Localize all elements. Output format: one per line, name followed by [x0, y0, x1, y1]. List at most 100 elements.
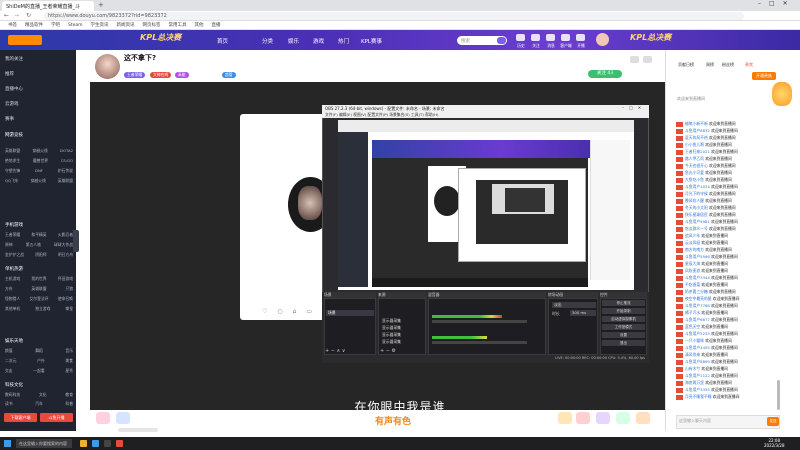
sidebar-item-cloud-game[interactable]: 云游戏: [5, 101, 19, 107]
gift-icon[interactable]: [96, 412, 110, 424]
forward-icon[interactable]: →: [14, 12, 19, 19]
rank-tab[interactable]: 粉丝榜: [722, 62, 734, 68]
category-link[interactable]: 使命召唤: [58, 296, 73, 302]
sidebar-section-title[interactable]: 单机热游: [5, 266, 23, 272]
category-link[interactable]: 户外: [37, 358, 45, 364]
chat-nickname[interactable]: 橘子汽水: [685, 310, 700, 315]
send-button[interactable]: 发送: [767, 417, 779, 426]
follow-icon[interactable]: [531, 34, 540, 41]
sidebar-item-live-center[interactable]: 直播中心: [5, 86, 23, 92]
sidebar-section-title[interactable]: 手机游戏: [5, 222, 23, 228]
category-link[interactable]: 英雄联盟: [58, 178, 73, 184]
bookmark-item[interactable]: 直播: [212, 21, 221, 30]
chat-scrollbar[interactable]: [777, 380, 780, 410]
chat-input[interactable]: 这里输入聊天内容: [676, 415, 780, 429]
category-link[interactable]: 拳皇: [65, 306, 73, 312]
category-link[interactable]: 怀旧游戏: [58, 276, 73, 282]
category-link[interactable]: 魔兽世界: [33, 158, 48, 164]
chat-nickname[interactable]: 斗鱼用户1024: [685, 184, 710, 189]
bookmark-item[interactable]: 常用工具: [169, 21, 187, 30]
bookmark-item[interactable]: 学生资讯: [91, 21, 109, 30]
chat-nickname[interactable]: 一只小猫咪: [685, 338, 704, 343]
category-link[interactable]: 我的世界: [31, 276, 46, 282]
new-tab-button[interactable]: +: [98, 1, 104, 9]
start-stream-button[interactable]: 斗鱼开播: [40, 413, 73, 422]
category-link[interactable]: 火影忍者: [58, 232, 73, 238]
history-icon[interactable]: [516, 34, 525, 41]
reload-icon[interactable]: ↻: [26, 12, 31, 19]
category-link[interactable]: CS:GO: [61, 158, 73, 164]
chat-nickname[interactable]: 小小鱼儿啊: [685, 142, 704, 147]
chat-nickname[interactable]: 不吃香菜: [685, 282, 700, 287]
browser-tab[interactable]: ShiDeM的直播_王者荣耀直播_斗: [2, 1, 94, 11]
chat-nickname[interactable]: 晚风吹人醒: [685, 198, 704, 203]
streamer-avatar[interactable]: [95, 54, 120, 79]
chat-nickname[interactable]: 斗鱼用户8832: [685, 128, 710, 133]
bookmark-item[interactable]: Steam: [68, 21, 83, 30]
chat-nickname[interactable]: 月光下的守候: [685, 191, 708, 196]
category-link[interactable]: 文化: [39, 392, 47, 398]
source-item[interactable]: 显示器采集: [382, 325, 401, 331]
chat-nickname[interactable]: 清风徐来: [685, 352, 700, 357]
nav-entertainment[interactable]: 娱乐: [288, 37, 299, 45]
kpl-banner-right[interactable]: KPL总决赛: [630, 32, 690, 48]
obs-menu-item[interactable]: 文件(F): [325, 112, 338, 117]
chat-nickname[interactable]: 吃瓜群众一号: [685, 226, 708, 231]
category-link[interactable]: 英雄联盟: [31, 286, 46, 292]
chat-nickname[interactable]: 南方的南方: [685, 247, 704, 252]
category-link[interactable]: 教育: [65, 392, 73, 398]
back-icon[interactable]: ←: [4, 12, 9, 19]
nav-kpl[interactable]: KPL赛事: [361, 37, 382, 45]
category-link[interactable]: 艾尔登法环: [30, 296, 49, 302]
user-avatar[interactable]: [596, 33, 609, 46]
category-link[interactable]: 炉石传说: [58, 168, 73, 174]
source-item[interactable]: 显示器采集: [382, 332, 401, 338]
gift-icon[interactable]: [596, 412, 610, 424]
chat-nickname[interactable]: 云淡风轻: [685, 240, 700, 245]
obs-menu-item[interactable]: 帮助(H): [425, 112, 438, 117]
category-link[interactable]: 美食: [65, 358, 73, 364]
chat-nickname[interactable]: 奶茶要三分糖: [685, 289, 708, 294]
chat-nickname[interactable]: 斗鱼用户2233: [685, 331, 710, 336]
gift-icon[interactable]: [558, 412, 572, 424]
chat-nickname[interactable]: 风吹麦浪: [685, 268, 700, 273]
chat-nickname[interactable]: 星辰大海: [685, 261, 700, 266]
category-link[interactable]: 数码科技: [5, 392, 20, 398]
category-link[interactable]: 读书: [5, 401, 13, 407]
obs-menu-item[interactable]: 场景集合(S): [389, 112, 410, 117]
sidebar-collapse-handle[interactable]: [73, 230, 79, 252]
chat-nickname[interactable]: 斗鱼用户3344: [685, 275, 710, 280]
category-link[interactable]: 明日方舟: [58, 252, 73, 258]
stop-streaming-button[interactable]: 停止推流: [602, 300, 645, 306]
follow-button[interactable]: 关注 43: [588, 70, 622, 78]
category-link[interactable]: 星秀: [65, 368, 73, 374]
add-scene-icon[interactable]: + − ∧ ∨: [325, 348, 345, 354]
edge-icon[interactable]: [92, 440, 99, 447]
gift-icon[interactable]: [636, 412, 650, 424]
category-link[interactable]: 英雄联盟: [5, 148, 20, 154]
chat-nickname[interactable]: 冬天的小太阳: [685, 205, 708, 210]
category-link[interactable]: 科普: [65, 401, 73, 407]
obs-menu-item[interactable]: 工具(T): [411, 112, 424, 117]
chat-nickname[interactable]: 蓝色天空: [685, 324, 700, 329]
chat-nickname[interactable]: 大鱼吃小鱼: [685, 177, 704, 182]
chat-nickname[interactable]: 斗鱼用户8899: [685, 359, 710, 364]
category-link[interactable]: 交友: [5, 368, 13, 374]
category-link[interactable]: 王者荣耀: [5, 232, 20, 238]
room-tag[interactable]: 王者荣耀: [124, 72, 146, 78]
sidebar-section-title[interactable]: 网游竞技: [5, 132, 23, 138]
report-icon[interactable]: [643, 56, 652, 63]
source-item[interactable]: 显示器采集: [382, 339, 401, 345]
category-link[interactable]: 原神: [5, 242, 13, 248]
settings-button[interactable]: 设置: [602, 332, 645, 338]
rank-tab[interactable]: 周榜: [706, 62, 714, 68]
obs-icon[interactable]: [104, 440, 111, 447]
obs-window-controls[interactable]: –□✕: [622, 105, 646, 110]
bookmark-item[interactable]: 学吧: [51, 21, 60, 30]
chat-nickname[interactable]: 海底两万里: [685, 380, 704, 385]
category-link[interactable]: 第五人格: [26, 242, 41, 248]
chat-nickname[interactable]: 斗鱼用户9981: [685, 219, 710, 224]
obs-menu-item[interactable]: 配置文件(P): [368, 112, 388, 117]
obs-menu-item[interactable]: 编辑(E): [339, 112, 352, 117]
category-link[interactable]: 方舟: [5, 286, 13, 292]
